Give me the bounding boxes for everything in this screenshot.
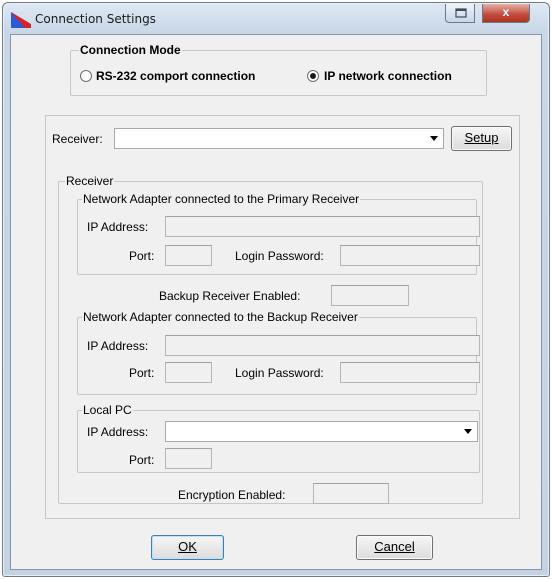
close-icon: x [502, 5, 510, 19]
primary-ip-field[interactable] [165, 216, 480, 237]
restore-icon [455, 8, 467, 18]
cancel-button[interactable]: Cancel [356, 535, 433, 560]
dropdown-arrow-icon[interactable] [426, 131, 441, 146]
radio-rs232[interactable] [80, 70, 92, 82]
backup-password-field[interactable] [340, 362, 480, 383]
encryption-label: Encryption Enabled: [178, 488, 286, 502]
backup-password-label: Login Password: [235, 366, 324, 380]
backup-enabled-field[interactable] [331, 285, 409, 306]
backup-adapter-title: Network Adapter connected to the Backup … [82, 310, 359, 324]
backup-ip-label: IP Address: [87, 339, 149, 353]
primary-password-field[interactable] [340, 245, 480, 266]
backup-enabled-label: Backup Receiver Enabled: [159, 289, 301, 303]
receiver-select[interactable] [114, 128, 444, 149]
local-ip-label: IP Address: [87, 425, 149, 439]
ok-button[interactable]: OK [151, 535, 224, 560]
backup-ip-field[interactable] [165, 335, 480, 356]
radio-rs232-label[interactable]: RS-232 comport connection [96, 69, 255, 83]
close-button[interactable]: x [482, 4, 530, 23]
backup-port-field[interactable] [165, 362, 212, 383]
setup-button-label: Setup [464, 130, 499, 145]
primary-password-label: Login Password: [235, 249, 324, 263]
primary-ip-label: IP Address: [87, 220, 149, 234]
backup-adapter-group: Network Adapter connected to the Backup … [77, 310, 477, 395]
connection-settings-window: Connection Settings x Connection Mode RS… [2, 2, 550, 577]
local-port-label: Port: [129, 453, 155, 467]
primary-port-field[interactable] [165, 245, 212, 266]
title-bar[interactable]: Connection Settings x [3, 3, 549, 33]
receiver-select-label: Receiver: [52, 132, 103, 146]
dropdown-arrow-icon[interactable] [460, 424, 475, 439]
ok-button-label: OK [178, 539, 197, 554]
window-title: Connection Settings [35, 12, 156, 26]
receiver-group-title: Receiver [65, 174, 115, 188]
radio-ip-network[interactable] [307, 70, 319, 82]
backup-port-label: Port: [129, 366, 155, 380]
restore-button[interactable] [445, 4, 475, 23]
primary-adapter-title: Network Adapter connected to the Primary… [82, 192, 361, 206]
app-flag-icon [11, 12, 31, 28]
local-ip-select[interactable] [165, 421, 478, 442]
dialog-client-area: Connection Mode RS-232 comport connectio… [10, 34, 542, 570]
local-pc-title: Local PC [82, 403, 133, 417]
connection-mode-title: Connection Mode [79, 43, 182, 57]
cancel-button-label: Cancel [374, 539, 415, 554]
local-port-field[interactable] [165, 448, 212, 469]
setup-button[interactable]: Setup [451, 126, 512, 151]
radio-ip-network-label[interactable]: IP network connection [324, 69, 452, 83]
encryption-field[interactable] [313, 483, 389, 504]
primary-port-label: Port: [129, 249, 155, 263]
